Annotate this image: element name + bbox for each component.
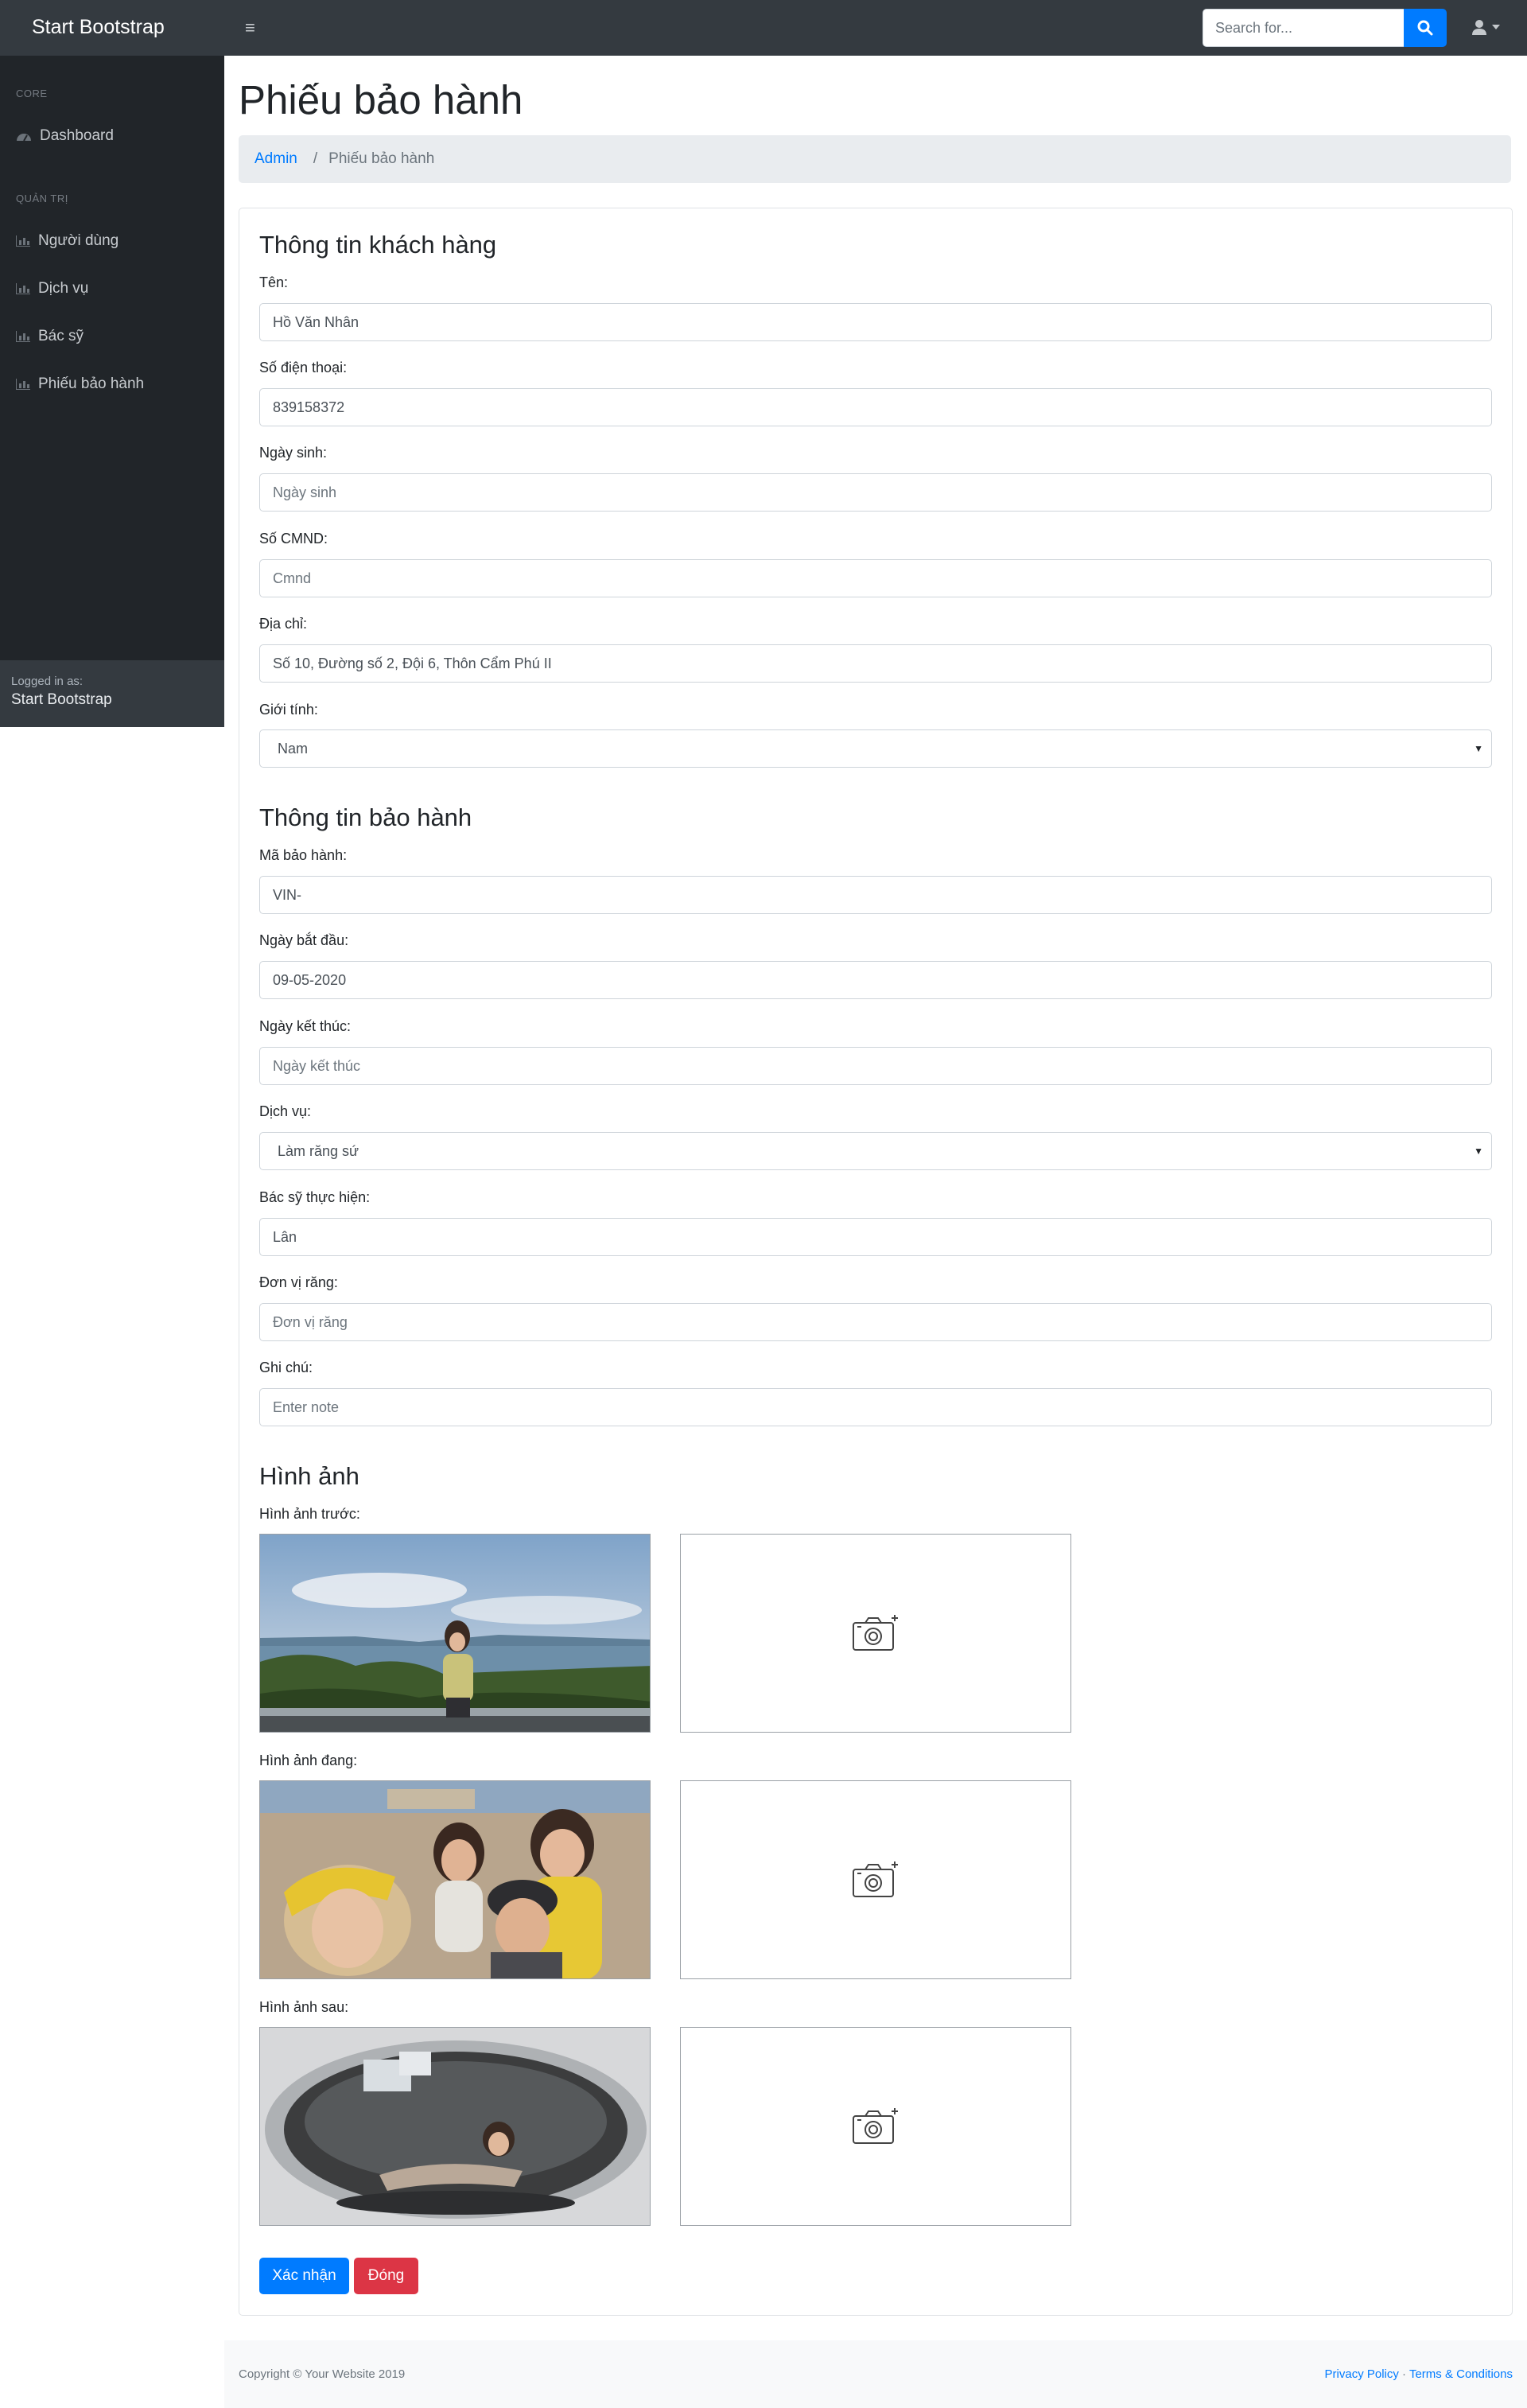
footer-separator: · bbox=[1398, 2367, 1409, 2381]
address-field[interactable]: Số 10, Đường số 2, Đội 6, Thôn Cẩm Phú I… bbox=[259, 644, 1492, 683]
camera-add-icon bbox=[853, 1615, 898, 1651]
phone-label: Số điện thoại: bbox=[259, 360, 348, 375]
before-photo-image bbox=[260, 1535, 650, 1732]
sidebar-item-services[interactable]: Dịch vụ bbox=[16, 280, 88, 298]
select-caret-icon: ▼ bbox=[1474, 1146, 1483, 1157]
warranty-code-field[interactable]: VIN- bbox=[259, 876, 1492, 914]
doctor-field[interactable]: Lân bbox=[259, 1218, 1492, 1256]
sidebar-item-label: Bác sỹ bbox=[38, 328, 84, 344]
dob-field[interactable]: Ngày sinh bbox=[259, 473, 1492, 512]
id-card-field[interactable]: Cmnd bbox=[259, 559, 1492, 597]
sidebar-heading-admin: Quản trị bbox=[16, 193, 68, 204]
gender-label: Giới tính: bbox=[259, 702, 318, 718]
start-date-field[interactable]: 09-05-2020 bbox=[259, 961, 1492, 999]
service-selected-value: Làm răng sứ bbox=[278, 1142, 359, 1159]
user-icon bbox=[1472, 20, 1486, 35]
before-images-label: Hình ảnh trước: bbox=[259, 1506, 360, 1522]
terms-link[interactable]: Terms & Conditions bbox=[1409, 2367, 1513, 2381]
sidebar-footer: Logged in as: Start Bootstrap bbox=[0, 660, 224, 727]
sidebar-item-label: Dịch vụ bbox=[38, 280, 89, 297]
note-field[interactable]: Enter note bbox=[259, 1388, 1492, 1426]
id-card-label: Số CMND: bbox=[259, 531, 328, 547]
logged-in-user: Start Bootstrap bbox=[11, 691, 112, 708]
close-button[interactable]: Đóng bbox=[354, 2258, 418, 2294]
during-photo[interactable] bbox=[259, 1780, 651, 1979]
warranty-code-label: Mã bảo hành: bbox=[259, 847, 348, 863]
note-label: Ghi chú: bbox=[259, 1360, 313, 1375]
chart-icon bbox=[16, 379, 30, 390]
sidebar-heading-core: Core bbox=[16, 88, 48, 99]
search-icon bbox=[1417, 20, 1433, 36]
user-dropdown[interactable] bbox=[1471, 19, 1500, 35]
during-photo-image bbox=[260, 1781, 650, 1978]
tooth-unit-label: Đơn vị răng: bbox=[259, 1274, 338, 1290]
logged-in-label: Logged in as: bbox=[11, 675, 84, 688]
breadcrumb-current: Phiếu bảo hành bbox=[328, 150, 435, 167]
doctor-label: Bác sỹ thực hiện: bbox=[259, 1189, 371, 1205]
end-date-label: Ngày kết thúc: bbox=[259, 1018, 352, 1034]
sidebar-item-dashboard[interactable]: Dashboard bbox=[16, 127, 114, 145]
sidebar-toggle-icon[interactable]: ≡ bbox=[245, 18, 255, 38]
sidebar-item-label: Người dùng bbox=[38, 232, 119, 249]
dashboard-icon bbox=[17, 134, 31, 142]
start-date-label: Ngày bắt đầu: bbox=[259, 932, 349, 948]
section-title-customer: Thông tin khách hàng bbox=[259, 231, 497, 259]
sidebar-item-warranty[interactable]: Phiếu bảo hành bbox=[16, 375, 144, 393]
sidebar-item-label: Dashboard bbox=[40, 127, 114, 144]
service-select[interactable]: Làm răng sứ ▼ bbox=[259, 1132, 1492, 1170]
phone-field[interactable]: 839158372 bbox=[259, 388, 1492, 426]
sidebar: Core Dashboard Quản trị Người dùng Dịch … bbox=[0, 56, 224, 727]
after-upload-box[interactable] bbox=[680, 2027, 1071, 2226]
chart-icon bbox=[16, 235, 30, 247]
sidebar-item-doctors[interactable]: Bác sỹ bbox=[16, 328, 84, 345]
search-input[interactable] bbox=[1203, 9, 1405, 47]
search-button[interactable] bbox=[1404, 9, 1447, 47]
section-title-warranty: Thông tin bảo hành bbox=[259, 803, 472, 831]
navbar-brand[interactable]: Start Bootstrap bbox=[32, 16, 165, 39]
sidebar-item-users[interactable]: Người dùng bbox=[16, 232, 119, 250]
gender-selected-value: Nam bbox=[278, 740, 309, 757]
form-card bbox=[239, 208, 1513, 2316]
chart-icon bbox=[16, 283, 30, 294]
sidebar-item-label: Phiếu bảo hành bbox=[38, 375, 145, 392]
dob-label: Ngày sinh: bbox=[259, 445, 328, 461]
before-upload-box[interactable] bbox=[680, 1534, 1071, 1733]
privacy-policy-link[interactable]: Privacy Policy bbox=[1325, 2367, 1399, 2381]
section-title-images: Hình ảnh bbox=[259, 1462, 359, 1490]
after-photo-image bbox=[260, 2028, 650, 2225]
during-upload-box[interactable] bbox=[680, 1780, 1071, 1979]
service-label: Dịch vụ: bbox=[259, 1103, 312, 1119]
page-footer: Copyright © Your Website 2019 Privacy Po… bbox=[224, 2340, 1527, 2408]
after-photo[interactable] bbox=[259, 2027, 651, 2226]
gender-select[interactable]: Nam ▼ bbox=[259, 729, 1492, 768]
after-images-label: Hình ảnh sau: bbox=[259, 1999, 349, 2015]
page-title: Phiếu bảo hành bbox=[239, 77, 523, 123]
confirm-button[interactable]: Xác nhận bbox=[259, 2258, 349, 2294]
during-images-label: Hình ảnh đang: bbox=[259, 1753, 358, 1768]
copyright-text: Copyright © Your Website 2019 bbox=[239, 2367, 406, 2381]
before-photo[interactable] bbox=[259, 1534, 651, 1733]
chevron-down-icon bbox=[1492, 25, 1500, 29]
chart-icon bbox=[16, 331, 30, 342]
name-label: Tên: bbox=[259, 274, 289, 290]
camera-add-icon bbox=[853, 1861, 898, 1897]
end-date-field[interactable]: Ngày kết thúc bbox=[259, 1047, 1492, 1085]
footer-links: Privacy Policy · Terms & Conditions bbox=[1325, 2367, 1513, 2381]
address-label: Địa chỉ: bbox=[259, 616, 308, 632]
select-caret-icon: ▼ bbox=[1474, 743, 1483, 754]
name-field[interactable]: Hồ Văn Nhân bbox=[259, 303, 1492, 341]
tooth-unit-field[interactable]: Đơn vị răng bbox=[259, 1303, 1492, 1341]
breadcrumb: Admin / Phiếu bảo hành bbox=[239, 135, 1511, 183]
top-navbar: Start Bootstrap ≡ bbox=[0, 0, 1527, 56]
breadcrumb-link-admin[interactable]: Admin bbox=[254, 150, 297, 168]
breadcrumb-separator: / bbox=[313, 150, 318, 167]
camera-add-icon bbox=[853, 2108, 898, 2144]
